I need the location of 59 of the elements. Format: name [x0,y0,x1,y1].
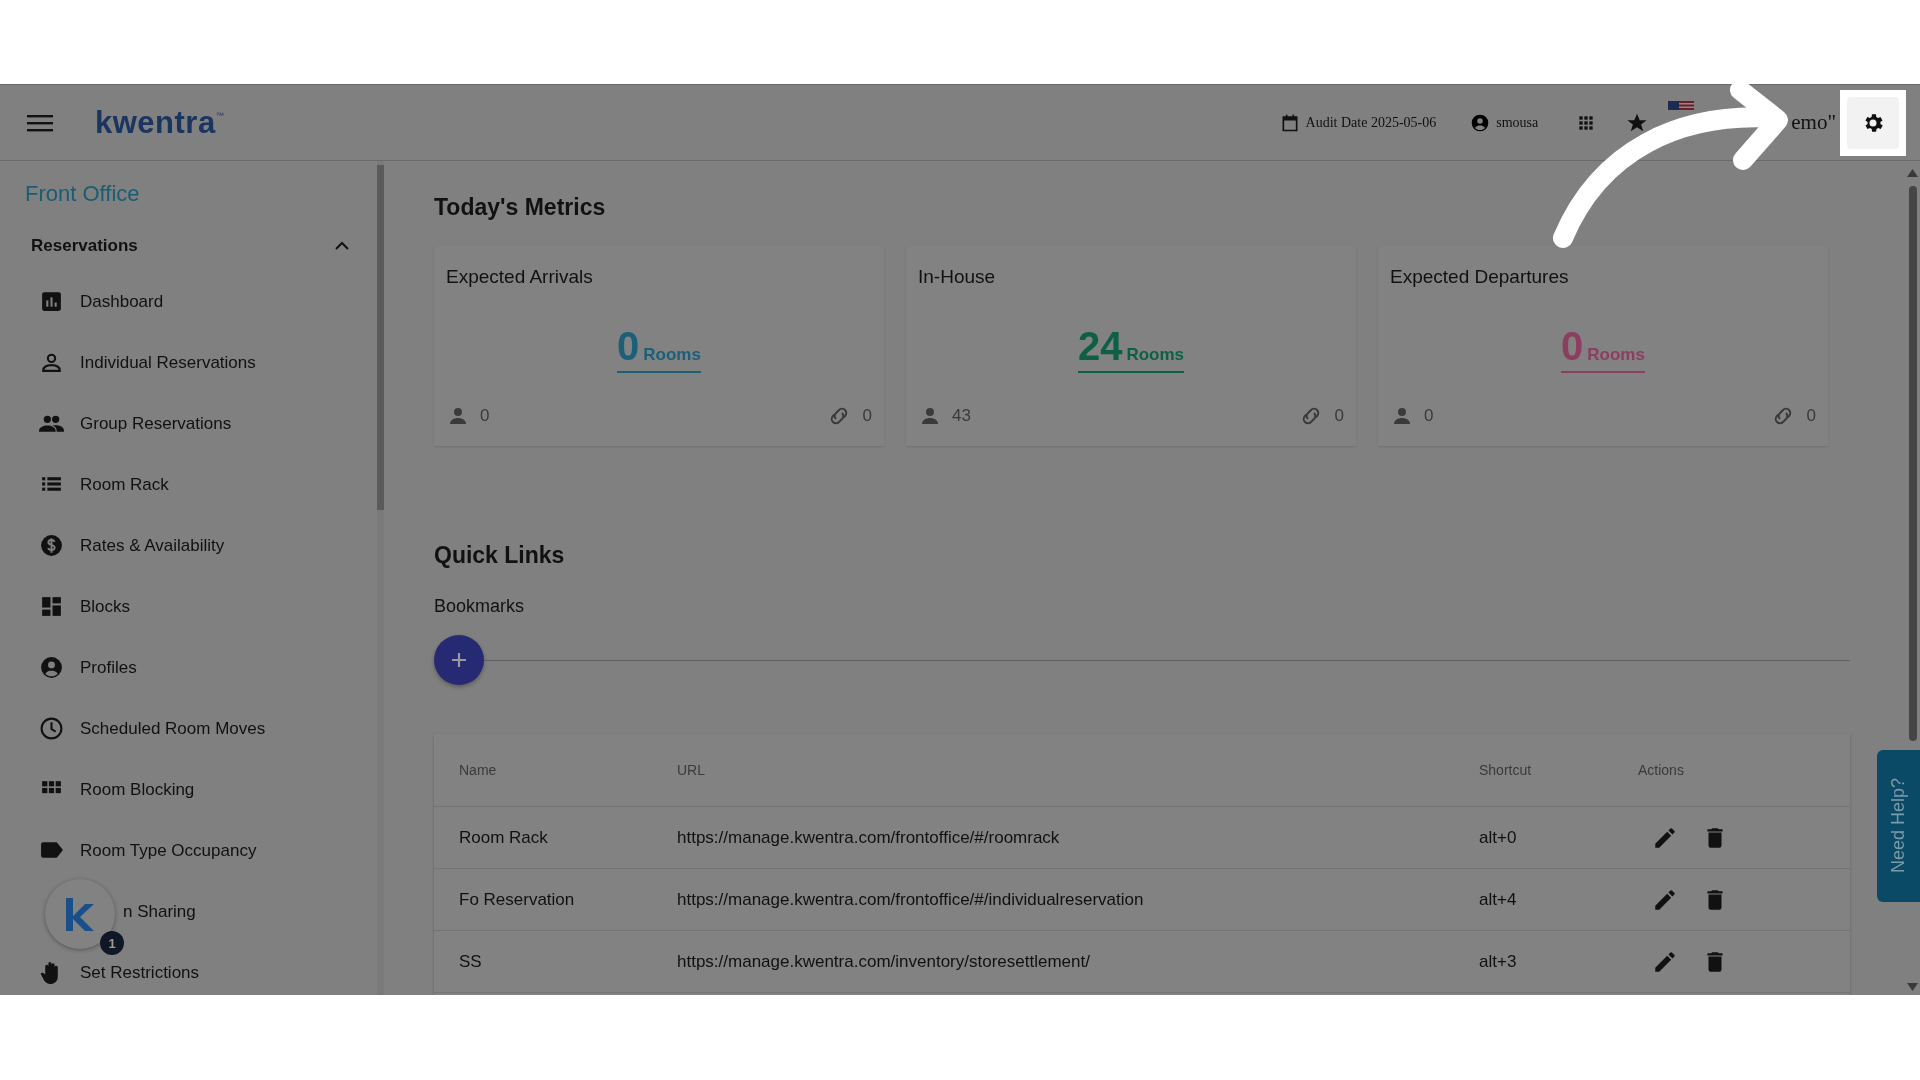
sidebar-item[interactable]: Dashboard [39,271,359,332]
link-count: 0 [862,406,872,426]
guest-count: 0 [1424,406,1434,426]
column-header: Name [459,762,497,778]
page-scrollbar[interactable] [1909,186,1917,741]
table-cell: alt+0 [1478,806,1637,869]
blocks-icon [39,594,64,619]
quick-links-heading: Quick Links [434,541,566,569]
table-cell: https://manage.kwentra.com/frontoffice/#/roomrack [676,806,1478,869]
table-cell: alt+3 [1478,930,1637,993]
column-header: URL [677,762,705,778]
account-icon [39,655,64,680]
table-cell: https://manage.kwentra.com/frontoffice/#/individualreservation [676,868,1478,931]
link-count: 0 [1334,406,1344,426]
flag-icon[interactable] [1668,101,1695,110]
sidebar-item[interactable]: Rates & Availability [39,515,359,576]
chart-icon [39,289,64,314]
dollar-icon [39,533,64,558]
card-title: Expected Arrivals [446,266,594,289]
title-fragment: emo" [1791,110,1836,135]
card-title: Expected Departures [1390,266,1570,289]
table-cell: https://manage.kwentra.com/inventory/storesettlement/ [676,930,1478,993]
column-header: Actions [1638,762,1684,778]
table-cell: SS [434,930,676,993]
sidebar-item[interactable]: Room Rack [39,454,359,515]
notification-badge: 1 [100,931,124,955]
bookmarks-label: Bookmarks [434,595,526,618]
plus-icon [449,650,469,670]
sidebar-item[interactable]: Group Reservations [39,393,359,454]
scroll-up-icon[interactable] [1907,169,1918,177]
user-icon [1470,112,1491,133]
metrics-heading: Today's Metrics [434,193,607,221]
table-cell: Fo Reservation [434,868,676,931]
logo: kwentra™ [95,104,224,141]
clock-icon [39,716,64,741]
link-count: 0 [1806,406,1816,426]
sidebar-item[interactable]: Individual Reservations [39,332,359,393]
chat-launcher[interactable] [45,879,115,949]
section-title: Front Office [25,180,141,208]
sidebar-item[interactable]: Blocks [39,576,359,637]
column-header: Shortcut [1479,762,1532,778]
scroll-down-icon[interactable] [1907,983,1918,991]
table-cell: Room Rack [434,806,676,869]
card-title: In-House [918,266,997,289]
sidebar-item[interactable]: Room Blocking [39,759,359,820]
reservations-group[interactable]: Reservations [31,226,351,266]
guest-count: 43 [952,406,971,426]
settings-button[interactable] [1847,96,1899,149]
menu-icon[interactable] [27,112,53,133]
add-bookmark-button[interactable] [434,635,484,685]
sidebar-scrollbar[interactable] [377,165,384,510]
sidebar-item[interactable]: Scheduled Room Moves [39,698,359,759]
sidebar-item[interactable]: Profiles [39,637,359,698]
need-help-tab[interactable]: Need Help? [1877,750,1920,902]
table-cell: alt+4 [1478,868,1637,931]
sidebar-item[interactable]: Room Type Occupancy [39,820,359,881]
audit-date: Audit Date 2025-05-06 [1305,114,1437,131]
username: smousa [1496,114,1539,131]
guest-count: 0 [480,406,490,426]
